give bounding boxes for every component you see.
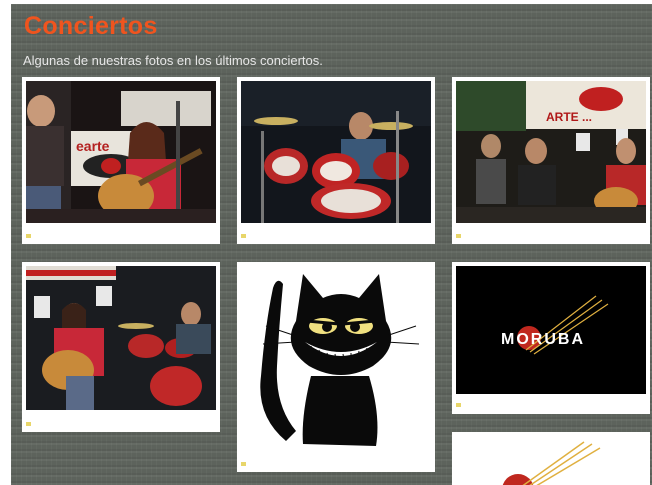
photo-card-7[interactable] <box>452 432 650 485</box>
caption-marker <box>456 403 461 407</box>
caption-marker <box>456 234 461 238</box>
caption-marker <box>26 234 31 238</box>
moruba-logo[interactable]: MORUBA <box>456 266 646 394</box>
concert-photo-2[interactable] <box>241 81 431 223</box>
caption-marker <box>241 234 246 238</box>
concert-photo-4[interactable] <box>26 266 216 410</box>
page-title: Conciertos <box>24 12 158 40</box>
photo-card-5[interactable] <box>237 262 435 472</box>
photo-card-1[interactable]: earte <box>22 77 220 244</box>
page-subtitle: Algunas de nuestras fotos en los últimos… <box>23 53 323 68</box>
svg-text:earte: earte <box>76 138 110 154</box>
cat-illustration[interactable] <box>241 266 431 456</box>
photo-card-6[interactable]: MORUBA <box>452 262 650 414</box>
caption-marker <box>26 422 31 426</box>
concert-photo-1[interactable]: earte <box>26 81 216 223</box>
photo-card-4[interactable] <box>22 262 220 432</box>
caption-marker <box>241 462 246 466</box>
gallery-panel: Conciertos Algunas de nuestras fotos en … <box>11 4 652 485</box>
moruba-logo-partial[interactable] <box>456 436 646 485</box>
concert-photo-3[interactable]: ARTE ... <box>456 81 646 223</box>
photo-card-3[interactable]: ARTE ... <box>452 77 650 244</box>
svg-text:ARTE ...: ARTE ... <box>546 110 592 124</box>
svg-text:MORUBA: MORUBA <box>501 331 585 348</box>
photo-card-2[interactable] <box>237 77 435 244</box>
